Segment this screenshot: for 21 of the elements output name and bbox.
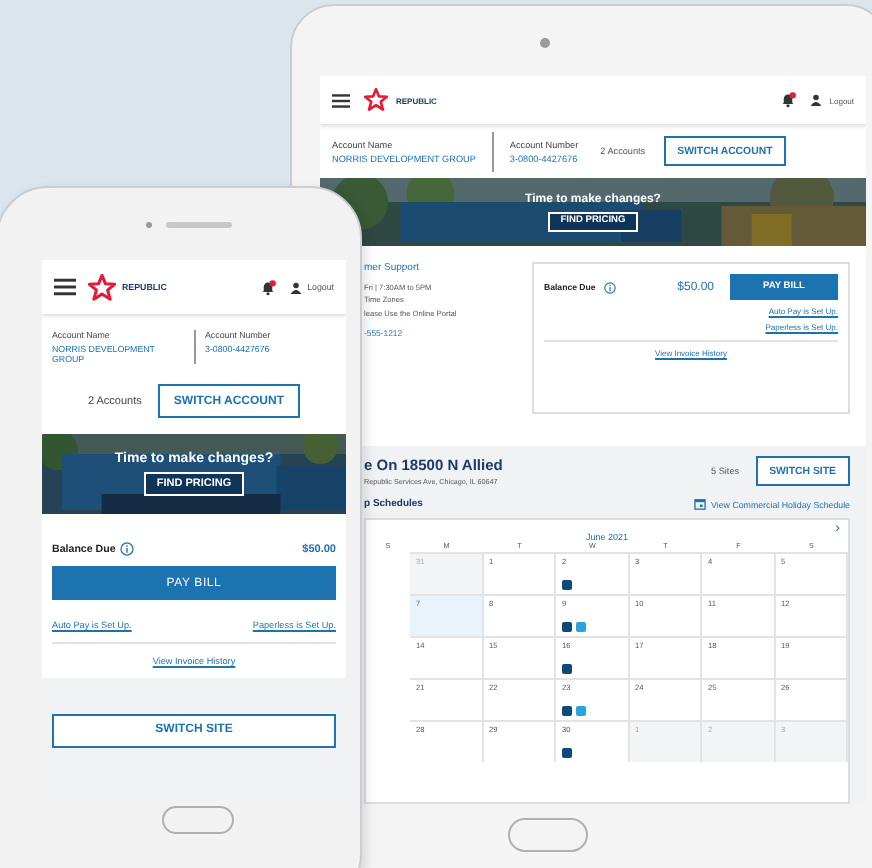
pickup-marker[interactable]	[562, 748, 572, 758]
bell-icon[interactable]	[779, 92, 796, 108]
star-logo-icon	[364, 88, 388, 112]
user-icon	[809, 94, 822, 106]
pickup-marker[interactable]	[562, 706, 572, 716]
calendar-icon	[693, 498, 706, 510]
bell-icon[interactable]	[259, 279, 276, 295]
pickup-marker[interactable]	[562, 622, 572, 632]
menu-icon[interactable]	[54, 278, 76, 296]
pickup-marker[interactable]	[562, 580, 572, 590]
star-logo-icon	[88, 273, 116, 301]
user-icon	[289, 281, 302, 293]
pickup-marker[interactable]	[562, 664, 572, 674]
camera-dot	[146, 222, 152, 228]
info-icon[interactable]	[119, 542, 134, 556]
menu-icon[interactable]	[332, 93, 350, 107]
pickup-marker[interactable]	[575, 622, 585, 632]
speaker-slot	[166, 222, 232, 228]
camera-dot	[540, 38, 550, 48]
info-icon[interactable]	[603, 281, 616, 293]
pickup-marker[interactable]	[575, 706, 585, 716]
